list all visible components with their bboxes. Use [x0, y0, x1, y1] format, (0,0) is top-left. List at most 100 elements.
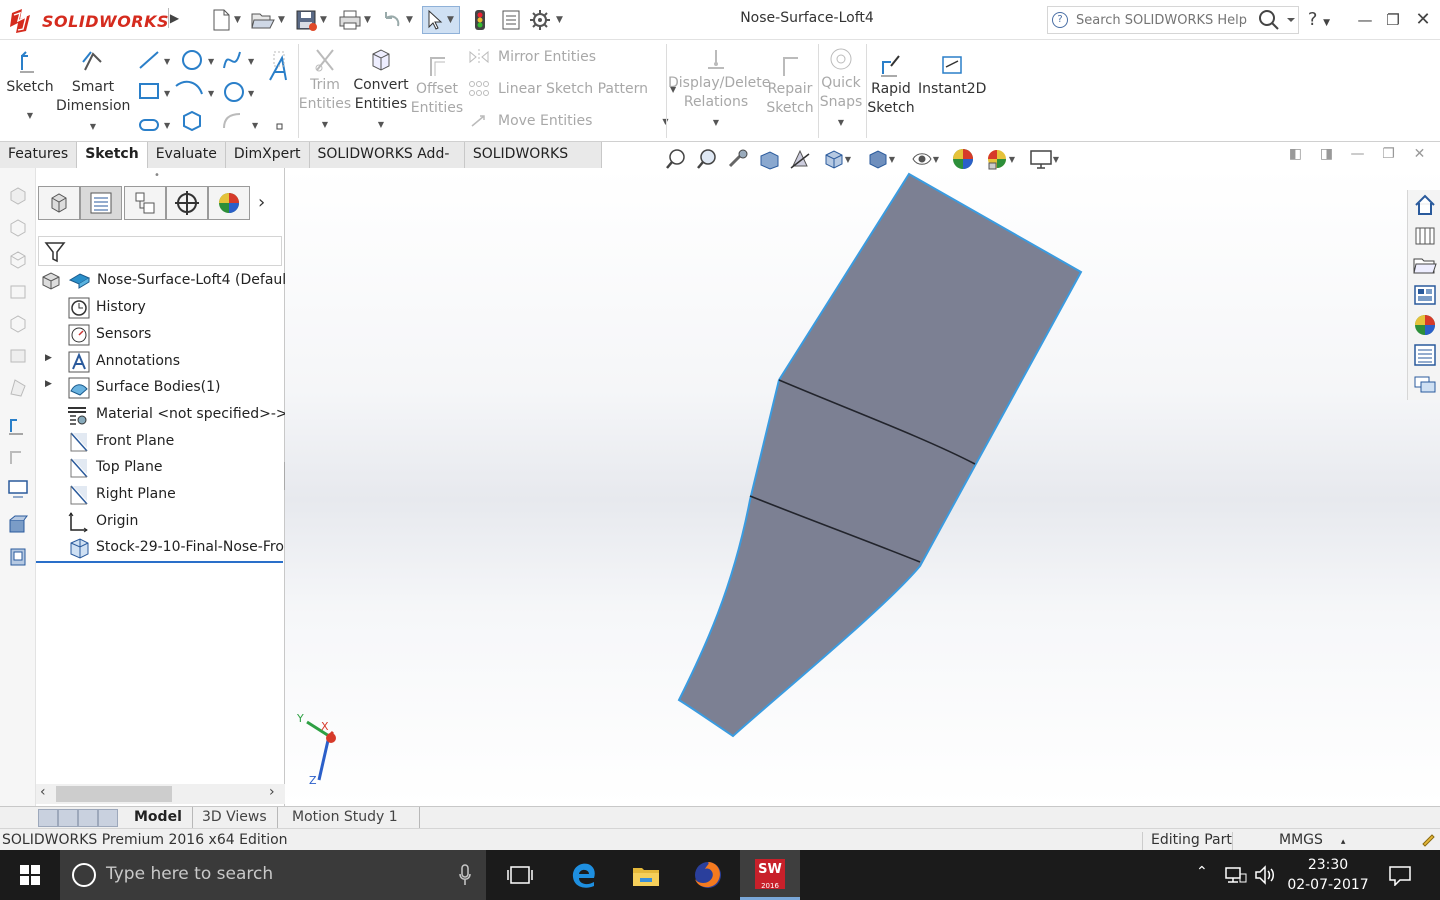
- display-style-button[interactable]: ▼: [859, 147, 903, 171]
- tree-item-right-plane[interactable]: Right Plane: [36, 483, 285, 507]
- sweep-icon[interactable]: [7, 248, 29, 270]
- dynamic-annotation-button[interactable]: [784, 147, 815, 171]
- tab-navigation-arrows[interactable]: [38, 809, 118, 827]
- loft-surface-model[interactable]: [285, 168, 1440, 806]
- tab-model[interactable]: Model: [124, 807, 193, 829]
- edit-appearance-button[interactable]: [947, 147, 978, 171]
- edge-browser-button[interactable]: [554, 850, 614, 900]
- offset-entities-button[interactable]: Offset Entities: [410, 52, 464, 118]
- tree-item-front-plane[interactable]: Front Plane: [36, 430, 285, 454]
- viewport-close-icon[interactable]: ✕: [1404, 146, 1435, 162]
- new-document-button[interactable]: ▼: [210, 6, 241, 34]
- tree-item-material[interactable]: Material <not specified>->?: [36, 403, 285, 427]
- help-menu-button[interactable]: ? ▼: [1306, 8, 1332, 32]
- mirror-entities-button[interactable]: Mirror Entities: [468, 48, 596, 66]
- tree-horizontal-scrollbar[interactable]: ‹ ›: [36, 784, 285, 804]
- task-view-button[interactable]: [490, 850, 550, 900]
- home-icon[interactable]: [1412, 192, 1438, 218]
- instant2d-button[interactable]: Instant2D: [918, 52, 986, 99]
- undo-button[interactable]: ▼: [380, 6, 413, 34]
- previous-tab-arrow-icon[interactable]: [58, 809, 78, 827]
- custom-properties-icon[interactable]: [1412, 342, 1438, 368]
- convert-entities-button[interactable]: Convert Entities ▼: [352, 46, 410, 134]
- sketch-button[interactable]: Sketch ▼: [4, 48, 56, 120]
- scroll-thumb[interactable]: [56, 786, 172, 802]
- tab-sketch[interactable]: Sketch: [77, 142, 148, 168]
- display-manager-tab[interactable]: [208, 186, 250, 220]
- tree-item-origin[interactable]: Origin: [36, 510, 285, 534]
- tab-evaluate[interactable]: Evaluate: [147, 142, 226, 168]
- taskbar-search-box[interactable]: Type here to search: [60, 850, 486, 900]
- dimxpert-manager-tab[interactable]: [166, 186, 208, 220]
- view-palette-icon[interactable]: [1412, 282, 1438, 308]
- solidworks-logo[interactable]: SOLIDWORKS: [8, 5, 169, 37]
- revolve-icon[interactable]: [7, 216, 29, 238]
- volume-icon[interactable]: [1254, 864, 1278, 886]
- feature-manager-tab[interactable]: [38, 186, 80, 220]
- action-center-icon[interactable]: [1388, 864, 1412, 886]
- hide-show-items-button[interactable]: ▼: [903, 147, 947, 171]
- view-orientation-button[interactable]: ▼: [815, 147, 859, 171]
- save-button[interactable]: ▼: [294, 6, 327, 34]
- viewport-minimize-icon[interactable]: —: [1342, 146, 1373, 162]
- tree-item-sensors[interactable]: Sensors: [36, 323, 285, 347]
- section-view-button[interactable]: [753, 147, 784, 171]
- trim-entities-button[interactable]: Trim Entities ▼: [298, 46, 352, 134]
- property-manager-tab[interactable]: [80, 186, 122, 220]
- viewport-restore-icon[interactable]: ❐: [1373, 146, 1404, 162]
- tree-item-stock[interactable]: Stock-29-10-Final-Nose-Fro: [36, 536, 285, 560]
- tab-motion-study-1[interactable]: Motion Study 1: [282, 807, 420, 829]
- last-tab-arrow-icon[interactable]: [98, 809, 118, 827]
- repair-sketch-button[interactable]: Repair Sketch: [764, 52, 816, 118]
- more-tabs-arrow-icon[interactable]: ›: [258, 192, 265, 213]
- view-settings-button[interactable]: ▼: [1022, 147, 1066, 171]
- solidworks-taskbar-button[interactable]: SW 2016: [740, 850, 800, 900]
- file-properties-button[interactable]: [500, 6, 522, 34]
- menu-expand-arrow[interactable]: ▶: [168, 8, 180, 28]
- tree-item-history[interactable]: History: [36, 296, 285, 320]
- tab-features[interactable]: Features: [0, 142, 78, 168]
- sketch-picture-icon[interactable]: [7, 478, 29, 500]
- display-style-icon[interactable]: [7, 546, 29, 568]
- loft-icon[interactable]: [7, 280, 29, 302]
- rapid-sketch-button[interactable]: Rapid Sketch: [866, 52, 916, 118]
- start-button[interactable]: [0, 850, 60, 900]
- 3d-sketch-icon[interactable]: [7, 446, 29, 468]
- cut-icon[interactable]: [7, 344, 29, 366]
- network-icon[interactable]: [1224, 864, 1248, 886]
- rebuild-button[interactable]: [470, 6, 490, 34]
- rebuild-pencil-icon[interactable]: [1420, 831, 1436, 847]
- viewport-tile-left-icon[interactable]: ◧: [1280, 146, 1311, 162]
- open-document-button[interactable]: ▼: [250, 6, 285, 34]
- show-hidden-icons-chevron-icon[interactable]: ⌃: [1196, 864, 1208, 880]
- move-entities-button[interactable]: Move Entities▼: [468, 112, 669, 130]
- help-search-input[interactable]: [1076, 10, 1256, 30]
- linear-sketch-pattern-button[interactable]: Linear Sketch Pattern ▼: [468, 80, 676, 98]
- display-delete-relations-button[interactable]: Display/Delete Relations ▼: [668, 46, 770, 132]
- configuration-manager-tab[interactable]: [124, 186, 166, 220]
- tree-root-part[interactable]: Nose-Surface-Loft4 (Default: [36, 269, 285, 293]
- previous-view-button[interactable]: [722, 147, 753, 171]
- zoom-to-fit-button[interactable]: [660, 147, 691, 171]
- viewport-tile-right-icon[interactable]: ◨: [1311, 146, 1342, 162]
- appearances-scenes-icon[interactable]: [1412, 312, 1438, 338]
- close-button[interactable]: ✕: [1410, 8, 1436, 32]
- scroll-right-arrow-icon[interactable]: ›: [269, 784, 275, 800]
- tree-filter-box[interactable]: [38, 236, 282, 266]
- first-tab-arrow-icon[interactable]: [38, 809, 58, 827]
- microphone-icon[interactable]: [458, 863, 472, 887]
- design-library-icon[interactable]: [1412, 222, 1438, 248]
- tab-dimxpert[interactable]: DimXpert: [225, 142, 310, 168]
- expand-arrow-icon[interactable]: ▶: [45, 353, 52, 363]
- restore-button[interactable]: ❐: [1380, 8, 1406, 32]
- apply-scene-button[interactable]: ▼: [978, 147, 1022, 171]
- next-tab-arrow-icon[interactable]: [78, 809, 98, 827]
- smart-dimension-button[interactable]: Smart Dimension ▼: [56, 48, 130, 136]
- scroll-left-arrow-icon[interactable]: ‹: [40, 784, 46, 800]
- tree-item-top-plane[interactable]: Top Plane: [36, 456, 285, 480]
- boundary-icon[interactable]: [7, 312, 29, 334]
- tab-solidworks-mbd[interactable]: SOLIDWORKS MBD: [464, 142, 602, 187]
- extrude-icon[interactable]: [7, 184, 29, 206]
- tab-3d-views[interactable]: 3D Views: [192, 807, 278, 829]
- tab-solidworks-add-ins[interactable]: SOLIDWORKS Add-Ins: [309, 142, 465, 187]
